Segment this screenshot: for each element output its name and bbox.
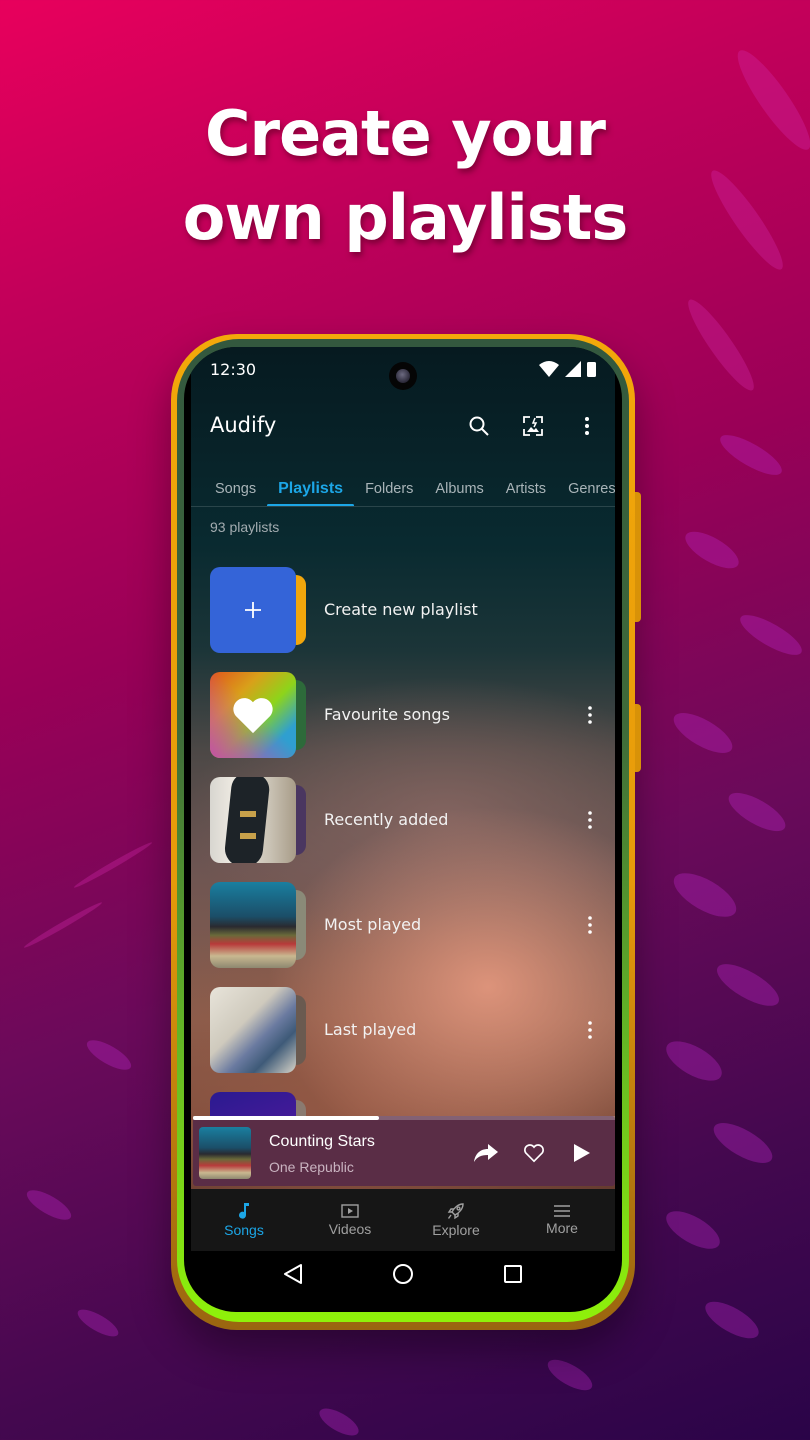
more-options-button[interactable] [572,411,602,441]
nav-label: Songs [224,1222,264,1238]
nav-label: Videos [328,1221,372,1237]
row-more-button[interactable] [578,910,602,940]
video-icon [341,1204,359,1218]
more-vert-icon [585,417,589,435]
status-time: 12:30 [210,360,257,379]
share-button[interactable] [471,1138,501,1168]
row-more-button[interactable] [578,1015,602,1045]
play-button[interactable] [567,1138,597,1168]
back-button[interactable] [278,1259,308,1289]
tab-artists[interactable]: Artists [495,481,557,506]
nav-songs[interactable]: Songs [191,1189,297,1251]
create-playlist-row[interactable]: Create new playlist [210,557,602,662]
rocket-icon [447,1203,464,1220]
now-playing-artist: One Republic [269,1159,354,1175]
heart-icon [233,697,273,733]
recents-icon [504,1265,522,1283]
headline-line-1: Create your [205,97,606,170]
tab-albums[interactable]: Albums [424,481,494,506]
share-icon [474,1144,498,1162]
category-tabs: Songs Playlists Folders Albums Artists G… [191,467,615,507]
more-vert-icon [588,1020,592,1039]
heart-outline-icon [524,1144,544,1163]
sheet-music-thumbnail [210,986,296,1073]
more-vert-icon [588,915,592,934]
row-label: Most played [324,915,422,934]
playlist-row[interactable]: Last played [210,977,602,1082]
mini-player[interactable]: Counting Stars One Republic [193,1116,615,1186]
row-more-button[interactable] [578,700,602,730]
now-playing-title: Counting Stars [269,1133,375,1150]
favourite-thumbnail [210,671,296,758]
nav-videos[interactable]: Videos [297,1189,403,1251]
nav-label: More [546,1220,578,1236]
app-title: Audify [210,413,277,437]
plus-icon [245,601,261,618]
favourite-button[interactable] [519,1138,549,1168]
search-icon [469,416,489,436]
status-bar: 12:30 [184,347,622,391]
back-icon [284,1264,302,1284]
tab-genres[interactable]: Genres [557,481,615,506]
recents-button[interactable] [498,1259,528,1289]
mixing-console-thumbnail [210,881,296,968]
music-note-icon [239,1203,249,1219]
power-button [635,704,641,772]
playlist-list: Create new playlist Favourite songs Rece… [210,557,602,1187]
theme-button[interactable] [518,411,548,441]
nav-label: Explore [432,1222,480,1238]
phone-frame: 12:30 Audify Songs Playlists Folders Alb… [171,334,641,1330]
phone-screen: 12:30 Audify Songs Playlists Folders Alb… [184,347,622,1312]
volume-button [635,492,641,622]
playlist-row[interactable]: Favourite songs [210,662,602,767]
play-icon [574,1144,590,1162]
row-label: Last played [324,1020,417,1039]
front-camera [389,362,417,390]
more-vert-icon [588,705,592,724]
playback-progress-fill [193,1116,379,1120]
headline-line-2: own playlists [182,181,629,254]
search-button[interactable] [464,411,494,441]
playlist-count: 93 playlists [210,519,280,535]
cell-signal-icon [565,361,581,377]
tab-songs[interactable]: Songs [191,481,267,506]
bottom-navigation: Songs Videos Explore More [191,1189,615,1251]
guitar-thumbnail [210,776,296,863]
app-bar: Audify [210,403,602,451]
system-navigation-bar [184,1246,622,1312]
playlist-row[interactable]: Recently added [210,767,602,872]
row-label: Recently added [324,810,449,829]
wifi-icon [539,361,559,377]
now-playing-artwork [199,1127,251,1179]
home-icon [393,1264,413,1284]
nav-more[interactable]: More [509,1189,615,1251]
tab-folders[interactable]: Folders [354,481,424,506]
promo-headline: Create your own playlists [0,92,810,260]
battery-icon [587,362,596,377]
menu-icon [554,1205,570,1217]
playback-progress[interactable] [193,1116,615,1120]
nav-explore[interactable]: Explore [403,1189,509,1251]
theme-image-icon [523,416,543,436]
row-more-button[interactable] [578,805,602,835]
create-playlist-tile [210,566,296,653]
home-button[interactable] [388,1259,418,1289]
row-label: Favourite songs [324,705,450,724]
more-vert-icon [588,810,592,829]
row-label: Create new playlist [324,600,478,619]
tab-playlists[interactable]: Playlists [267,480,355,506]
playlist-row[interactable]: Most played [210,872,602,977]
